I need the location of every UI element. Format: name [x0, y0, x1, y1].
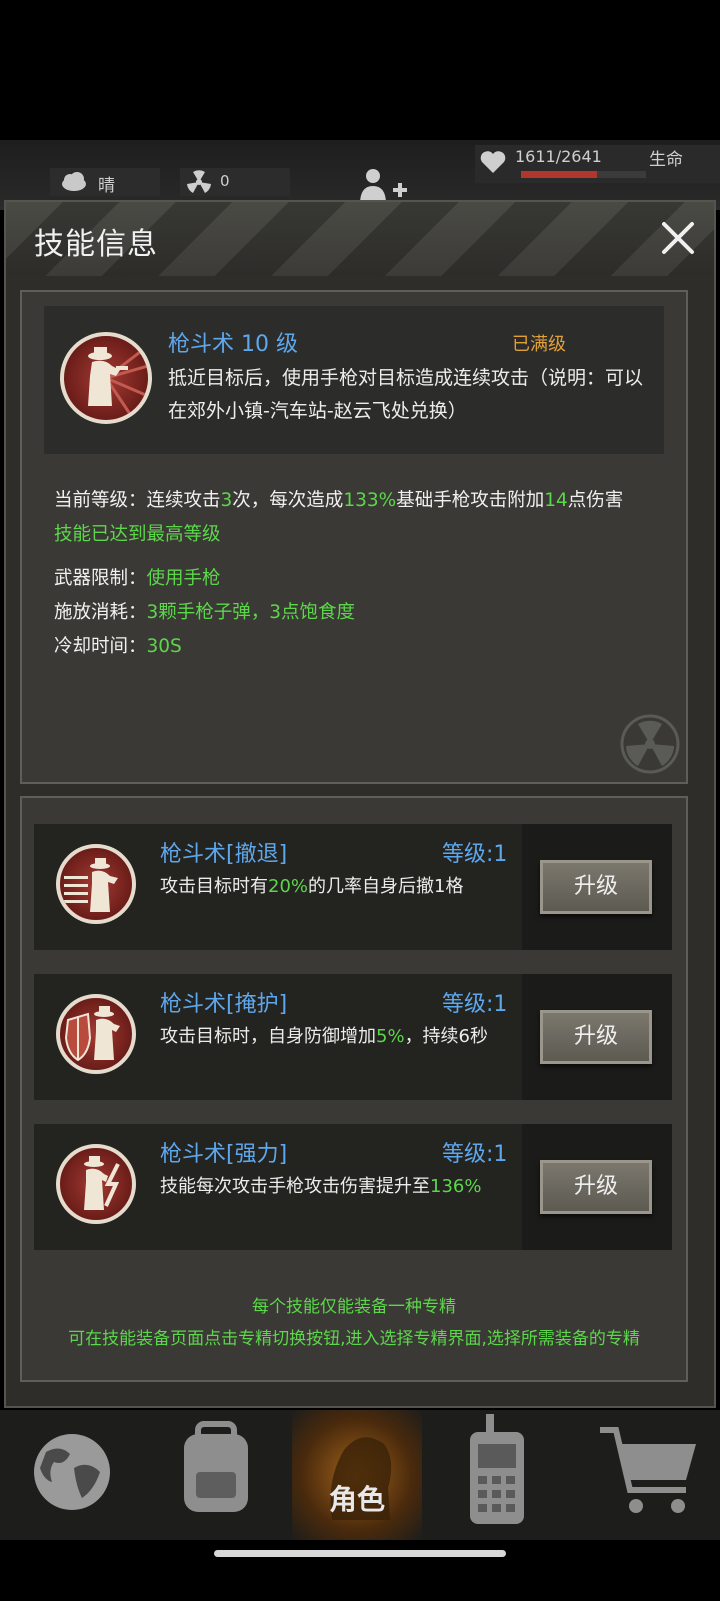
- spec-row: 枪斗术[掩护] 等级:1 攻击目标时，自身防御增加5%，持续6秒 升级: [34, 974, 672, 1100]
- walkie-talkie-icon: [470, 1414, 524, 1524]
- hp-label: 生命: [649, 150, 683, 170]
- note-line-1: 每个技能仅能装备一种专精: [252, 1297, 456, 1317]
- spec-action-area: 升级: [522, 824, 672, 950]
- skill-avatar: [60, 332, 152, 424]
- upgrade-button[interactable]: 升级: [540, 1160, 652, 1214]
- retreat-icon: [64, 858, 118, 912]
- nav-world[interactable]: [4, 1410, 134, 1540]
- nav-backpack[interactable]: [148, 1410, 278, 1540]
- hp-bar-fill: [521, 171, 598, 178]
- spec-avatar: [56, 994, 136, 1074]
- spec-action-area: 升级: [522, 974, 672, 1100]
- spec-description: 攻击目标时，自身防御增加5%，持续6秒: [160, 1026, 489, 1047]
- upgrade-button[interactable]: 升级: [540, 1010, 652, 1064]
- skill-status: 已满级: [512, 334, 566, 355]
- hp-bar: [521, 171, 646, 178]
- radiation-value: 0: [220, 172, 230, 190]
- home-indicator[interactable]: [214, 1550, 506, 1557]
- current-level-line: 当前等级：连续攻击3次，每次造成133%基础手枪攻击附加14点伤害: [54, 490, 624, 511]
- hp-value: 1611/2641: [515, 147, 602, 166]
- specializations-panel: 枪斗术[撤退] 等级:1 攻击目标时有20%的几率自身后撤1格 升级 枪斗术[掩…: [20, 796, 688, 1382]
- nav-character-label: 角色: [328, 1483, 385, 1516]
- skill-description: 抵近目标后，使用手枪对目标造成连续攻击（说明：可以在郊外小镇-汽车站-赵云飞处兑…: [168, 367, 644, 422]
- max-level-text: 技能已达到最高等级: [54, 524, 221, 545]
- cooldown-line: 冷却时间：30S: [54, 636, 182, 657]
- dialog-title: 技能信息: [34, 227, 158, 262]
- spec-avatar: [56, 844, 136, 924]
- globe-icon: [34, 1434, 110, 1510]
- skill-info-dialog: 技能信息 枪斗术 10 级 已满级 抵近目标后，使用手枪对目标造成连续攻击（说明…: [4, 200, 716, 1408]
- close-icon[interactable]: [656, 216, 700, 260]
- shield-icon: [64, 1006, 120, 1062]
- spec-description: 技能每次攻击手枪攻击伤害提升至136%: [160, 1176, 482, 1197]
- spec-name: 枪斗术[撤退]: [160, 842, 288, 867]
- spec-name: 枪斗术[掩护]: [160, 992, 288, 1017]
- spec-level: 等级:1: [442, 842, 508, 867]
- spec-description: 攻击目标时有20%的几率自身后撤1格: [160, 876, 464, 897]
- nav-shop[interactable]: [588, 1410, 718, 1540]
- cloud-icon: [62, 172, 86, 191]
- spec-name: 枪斗术[强力]: [160, 1142, 288, 1167]
- backpack-icon: [184, 1421, 248, 1512]
- bottom-nav: 角色: [0, 1410, 720, 1540]
- spec-row: 枪斗术[强力] 等级:1 技能每次攻击手枪攻击伤害提升至136% 升级: [34, 1124, 672, 1250]
- heart-icon: [480, 151, 506, 173]
- spec-level: 等级:1: [442, 1142, 508, 1167]
- weather-panel: 晴: [50, 168, 160, 196]
- shopping-cart-icon: [600, 1427, 696, 1513]
- spec-row: 枪斗术[撤退] 等级:1 攻击目标时有20%的几率自身后撤1格 升级: [34, 824, 672, 950]
- skill-name: 枪斗术 10 级: [168, 332, 298, 357]
- spec-avatar: [56, 1144, 136, 1224]
- spec-action-area: 升级: [522, 1124, 672, 1250]
- radiation-watermark-icon: [620, 714, 680, 774]
- note-line-2: 可在技能装备页面点击专精切换按钮,进入选择专精界面,选择所需装备的专精: [68, 1329, 640, 1349]
- cast-cost-line: 施放消耗：3颗手枪子弹，3点饱食度: [54, 602, 356, 623]
- radiation-panel: 0: [180, 168, 290, 196]
- character-icon: [330, 1437, 392, 1520]
- nav-character[interactable]: 角色: [292, 1410, 422, 1540]
- upgrade-button[interactable]: 升级: [540, 860, 652, 914]
- dialog-header: 技能信息: [6, 202, 714, 276]
- spec-level: 等级:1: [442, 992, 508, 1017]
- skill-detail-panel: 枪斗术 10 级 已满级 抵近目标后，使用手枪对目标造成连续攻击（说明：可以在郊…: [20, 290, 688, 784]
- radiation-icon: [187, 170, 211, 193]
- skill-header-card: 枪斗术 10 级 已满级 抵近目标后，使用手枪对目标造成连续攻击（说明：可以在郊…: [44, 306, 664, 454]
- weather-text: 晴: [98, 176, 115, 196]
- weapon-limit-line: 武器限制：使用手枪: [54, 568, 221, 589]
- nav-radio[interactable]: [436, 1410, 566, 1540]
- gunslinger-icon: [88, 344, 148, 420]
- lightning-icon: [84, 1156, 120, 1210]
